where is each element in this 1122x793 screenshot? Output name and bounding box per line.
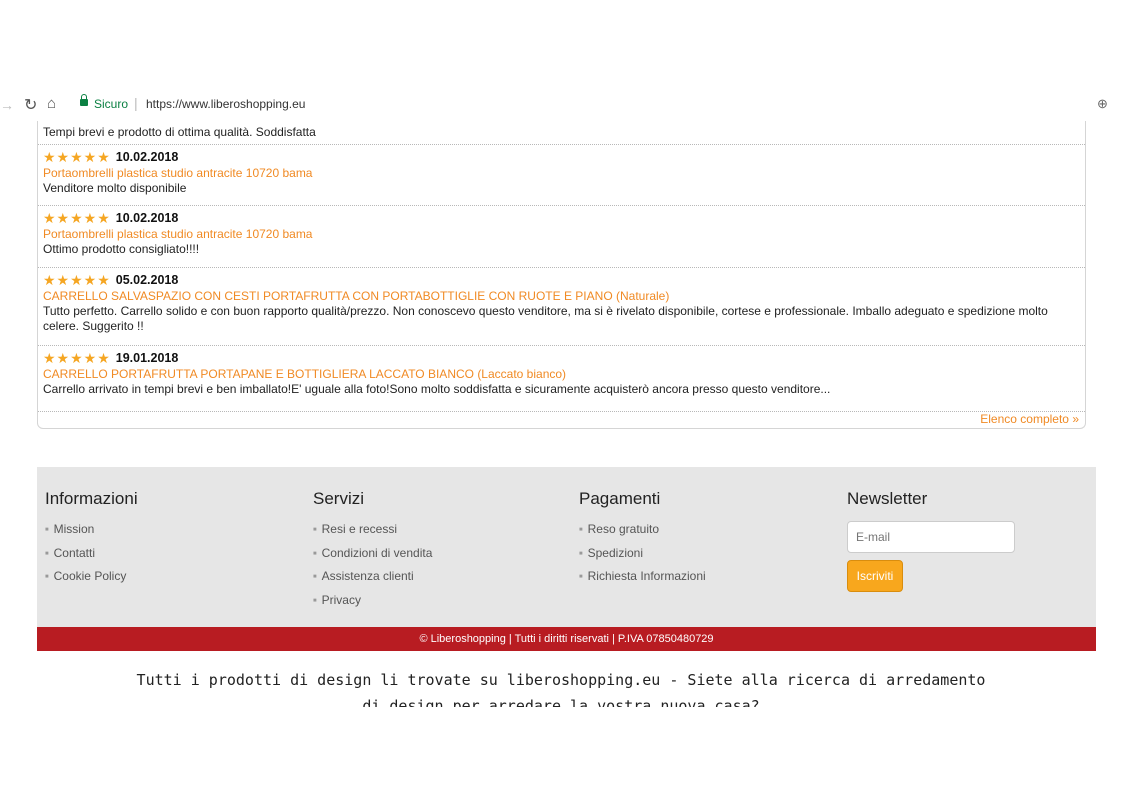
subscribe-button[interactable]: Iscriviti — [847, 560, 903, 592]
footer-col-servizi: Servizi Resi e recessi Condizioni di ven… — [313, 489, 432, 612]
review-date: 05.02.2018 — [115, 273, 179, 287]
footer-heading: Newsletter — [847, 489, 928, 508]
review-product-link[interactable]: CARRELLO SALVASPAZIO CON CESTI PORTAFRUT… — [43, 288, 1080, 304]
address-separator: | — [134, 95, 138, 111]
back-arrow-icon[interactable]: → — [0, 97, 14, 113]
footer-link-contatti[interactable]: Contatti — [45, 542, 138, 566]
reload-icon[interactable]: ↻ — [24, 95, 37, 115]
review-product-link[interactable]: CARRELLO PORTAFRUTTA PORTAPANE E BOTTIGL… — [43, 366, 1080, 382]
footer-col-newsletter: Newsletter Iscriviti — [847, 489, 1015, 592]
star-rating: ★★★★★ — [43, 210, 111, 226]
review-comment: Tutto perfetto. Carrello solido e con bu… — [43, 304, 1048, 333]
review-comment: Venditore molto disponibile — [43, 181, 187, 195]
review-comment: Ottimo prodotto consigliato!!!! — [43, 242, 200, 256]
star-rating: ★★★★★ — [43, 272, 111, 288]
browser-address-bar: → ↻ ⌂ Sicuro | https://www.liberoshoppin… — [0, 90, 1122, 120]
review-item: ★★★★★ 05.02.2018 CARRELLO SALVASPAZIO CO… — [38, 267, 1085, 345]
footer-link-richiesta[interactable]: Richiesta Informazioni — [579, 565, 706, 589]
review-date: 19.01.2018 — [115, 351, 179, 365]
full-list-link[interactable]: Elenco completo » — [980, 412, 1079, 426]
home-icon[interactable]: ⌂ — [47, 95, 56, 112]
footer-link-condizioni[interactable]: Condizioni di vendita — [313, 542, 433, 566]
review-product-link[interactable]: Portaombrelli plastica studio antracite … — [43, 226, 1080, 242]
footer-col-pagamenti: Pagamenti Reso gratuito Spedizioni Richi… — [579, 489, 706, 589]
footer-heading: Servizi — [313, 489, 365, 508]
footer-link-resi[interactable]: Resi e recessi — [313, 518, 432, 542]
review-date: 10.02.2018 — [115, 211, 179, 225]
footer-link-cookie-policy[interactable]: Cookie Policy — [45, 565, 138, 589]
seo-text-line-1: Tutti i prodotti di design li trovate su… — [136, 671, 986, 689]
footer-link-assistenza[interactable]: Assistenza clienti — [313, 565, 432, 589]
review-comment: Tempi brevi e prodotto di ottima qualità… — [43, 125, 316, 139]
footer-link-reso-gratuito[interactable]: Reso gratuito — [579, 518, 706, 542]
divider — [38, 411, 1085, 412]
star-rating: ★★★★★ — [43, 149, 111, 165]
site-footer: Informazioni Mission Contatti Cookie Pol… — [37, 467, 1096, 627]
reviews-list: Tempi brevi e prodotto di ottima qualità… — [37, 121, 1086, 429]
review-item: ★★★★★ 19.01.2018 CARRELLO PORTAFRUTTA PO… — [38, 345, 1085, 411]
secure-label: Sicuro — [94, 97, 129, 111]
footer-link-spedizioni[interactable]: Spedizioni — [579, 542, 706, 566]
review-item: ★★★★★ 10.02.2018 Portaombrelli plastica … — [38, 205, 1085, 267]
review-product-link[interactable]: Portaombrelli plastica studio antracite … — [43, 165, 1080, 181]
footer-link-mission[interactable]: Mission — [45, 518, 138, 542]
footer-heading: Pagamenti — [579, 489, 661, 508]
zoom-icon[interactable]: ⊕ — [1097, 96, 1108, 112]
review-date: 10.02.2018 — [115, 150, 179, 164]
url-text[interactable]: https://www.liberoshopping.eu — [146, 97, 305, 111]
newsletter-email-input[interactable] — [847, 521, 1015, 553]
footer-heading: Informazioni — [45, 489, 138, 508]
copyright-bar: © Liberoshopping | Tutti i diritti riser… — [37, 627, 1096, 651]
star-rating: ★★★★★ — [43, 350, 111, 366]
footer-col-informazioni: Informazioni Mission Contatti Cookie Pol… — [45, 489, 138, 589]
review-comment: Carrello arrivato in tempi brevi e ben i… — [43, 382, 831, 396]
footer-link-privacy[interactable]: Privacy — [313, 589, 432, 613]
review-item: ★★★★★ 10.02.2018 Portaombrelli plastica … — [38, 144, 1085, 204]
lock-icon — [80, 94, 88, 106]
seo-text-line-2: di design per arredare la vostra nuova c… — [362, 697, 760, 707]
